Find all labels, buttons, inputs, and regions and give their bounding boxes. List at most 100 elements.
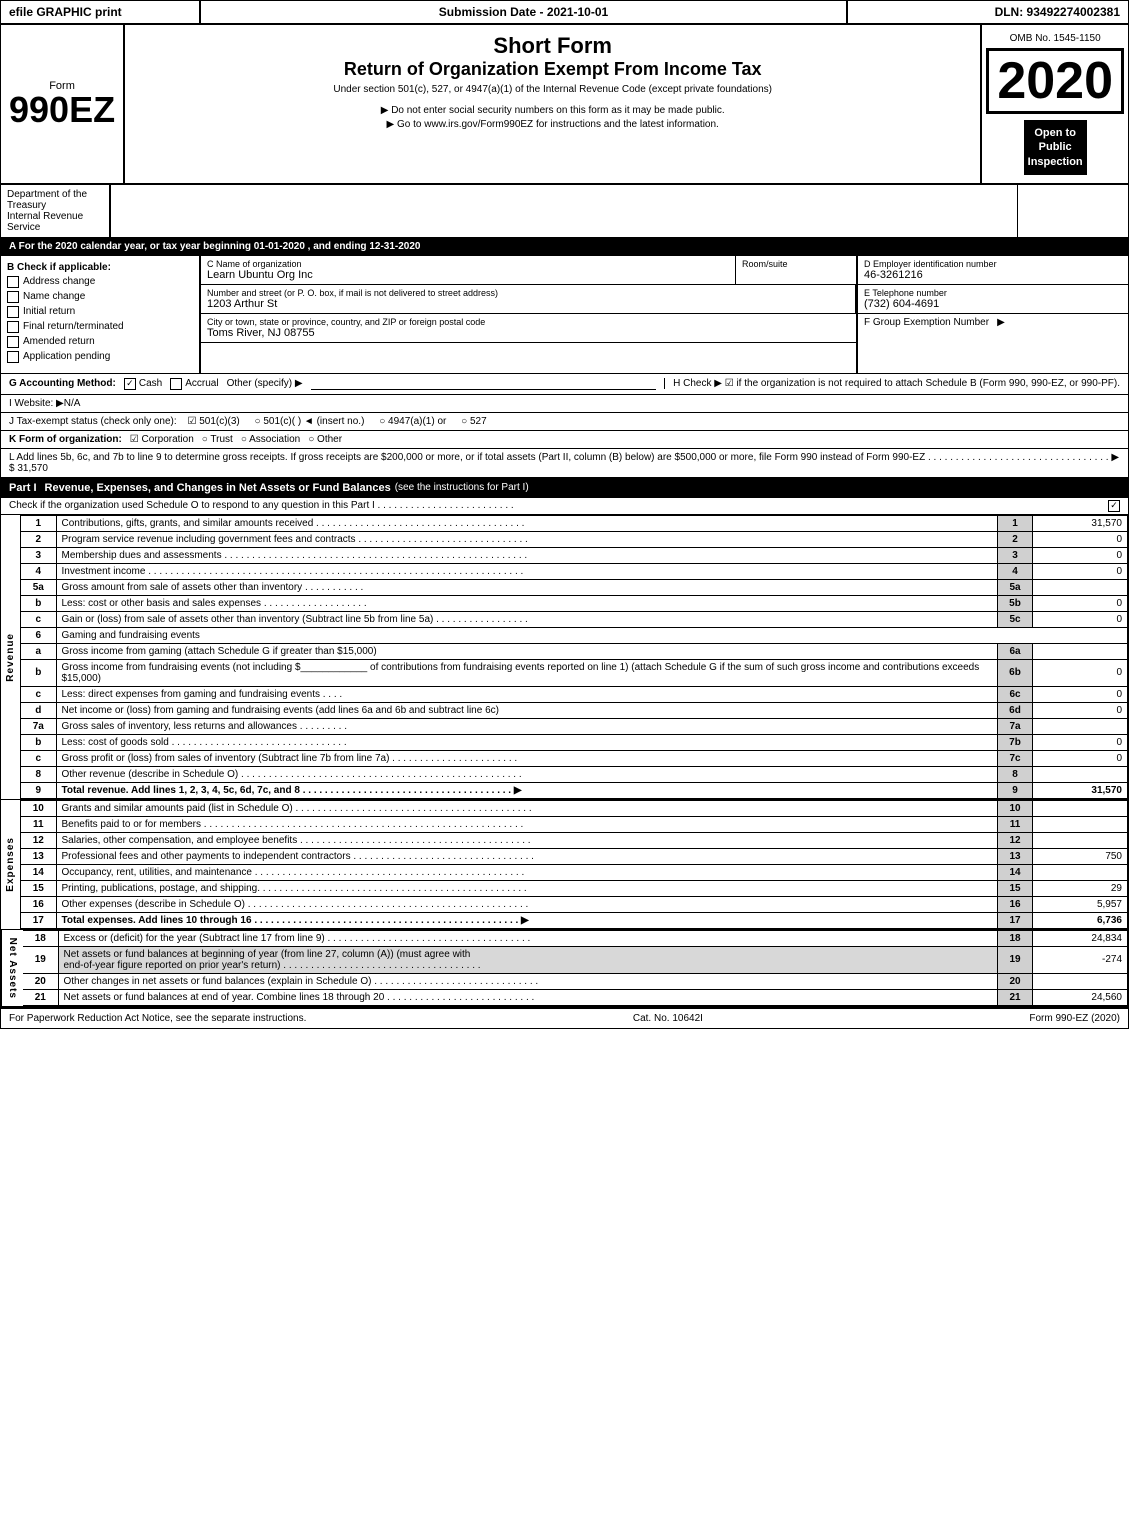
amount-2: 0 [1033,531,1128,547]
line-ref-5a: 5a [998,579,1033,595]
line-ref-9: 9 [998,782,1033,798]
row-num-9: 9 [21,782,56,798]
revenue-table: 1 Contributions, gifts, grants, and simi… [21,515,1128,799]
amount-6b: 0 [1033,659,1128,686]
line-ref-5b: 5b [998,595,1033,611]
accrual-option: Accrual [170,378,218,390]
table-row: 18 Excess or (deficit) for the year (Sub… [23,930,1128,946]
form-header: Form 990EZ Short Form Return of Organiza… [1,25,1128,185]
row-desc-3: Membership dues and assessments . . . . … [56,547,998,563]
form-number: 990EZ [9,92,115,128]
net-assets-side-label: Net Assets [1,930,23,1006]
amount-7b: 0 [1033,734,1128,750]
row-desc-1: Contributions, gifts, grants, and simila… [56,515,998,531]
row-num-7a: 7a [21,718,56,734]
line-ref-8: 8 [998,766,1033,782]
table-row: 16 Other expenses (describe in Schedule … [21,896,1128,912]
org-city-row: City or town, state or province, country… [201,314,856,343]
table-row: 10 Grants and similar amounts paid (list… [21,800,1128,816]
table-row-8: 8 Other revenue (describe in Schedule O)… [21,766,1128,782]
table-row: 19 Net assets or fund balances at beginn… [23,946,1128,973]
table-row: 21 Net assets or fund balances at end of… [23,989,1128,1005]
part-i-header: Part I Revenue, Expenses, and Changes in… [1,479,1128,498]
row-num-7b: b [21,734,56,750]
application-pending-checkbox[interactable] [7,351,19,363]
org-info: C Name of organization Learn Ubuntu Org … [201,256,858,373]
table-row-7b: b Less: cost of goods sold . . . . . . .… [21,734,1128,750]
form-number-block: Form 990EZ [1,25,125,183]
initial-return-checkbox[interactable] [7,306,19,318]
h-check-section: H Check ▶ ☑ if the organization is not r… [664,378,1120,389]
line-ref-2: 2 [998,531,1033,547]
amount-5a [1033,579,1128,595]
tax-year-row: A For the 2020 calendar year, or tax yea… [1,238,1128,256]
form-title-block: Short Form Return of Organization Exempt… [125,25,982,183]
org-name-row: C Name of organization Learn Ubuntu Org … [201,256,856,285]
right-ids: D Employer identification number 46-3261… [858,256,1128,373]
row-desc-8: Other revenue (describe in Schedule O) .… [56,766,998,782]
final-return-checkbox[interactable] [7,321,19,333]
row-desc-6d: Net income or (loss) from gaming and fun… [56,702,998,718]
table-row-7a: 7a Gross sales of inventory, less return… [21,718,1128,734]
row-num-6b: b [21,659,56,686]
line-ref-6c: 6c [998,686,1033,702]
revenue-side-label: Revenue [1,515,21,799]
expenses-side-label: Expenses [1,800,21,929]
row-desc-2: Program service revenue including govern… [56,531,998,547]
row-desc-5b: Less: cost or other basis and sales expe… [56,595,998,611]
name-change-checkbox[interactable] [7,291,19,303]
check-final-return: Final return/terminated [7,321,193,333]
table-row-6a: a Gross income from gaming (attach Sched… [21,643,1128,659]
org-address-row: Number and street (or P. O. box, if mail… [201,285,856,314]
check-section-b: B Check if applicable: Address change Na… [7,262,193,363]
dept-year-placeholder [1018,185,1128,237]
cash-checkbox[interactable]: ✓ [124,378,136,390]
k-form-row: K Form of organization: ☑ Corporation ○ … [1,431,1128,449]
line-ref-7a: 7a [998,718,1033,734]
table-row-7c: c Gross profit or (loss) from sales of i… [21,750,1128,766]
table-row: 14 Occupancy, rent, utilities, and maint… [21,864,1128,880]
line-ref-4: 4 [998,563,1033,579]
l-note-row: L Add lines 5b, 6c, and 7b to line 9 to … [1,449,1128,479]
amount-8 [1033,766,1128,782]
row-desc-7b: Less: cost of goods sold . . . . . . . .… [56,734,998,750]
row-num-6c: c [21,686,56,702]
revenue-content: 1 Contributions, gifts, grants, and simi… [21,515,1128,799]
check-schedule-o-row: Check if the organization used Schedule … [1,498,1128,515]
row-desc-4: Investment income . . . . . . . . . . . … [56,563,998,579]
footer-paperwork: For Paperwork Reduction Act Notice, see … [9,1013,306,1024]
table-row-5a: 5a Gross amount from sale of assets othe… [21,579,1128,595]
amount-5b: 0 [1033,595,1128,611]
row-desc-6a: Gross income from gaming (attach Schedul… [56,643,998,659]
under-section: Under section 501(c), 527, or 4947(a)(1)… [137,84,968,95]
check-amended: Amended return [7,336,193,348]
net-assets-section: Net Assets 18 Excess or (deficit) for th… [1,930,1128,1007]
row-num-4: 4 [21,563,56,579]
efile-label: efile GRAPHIC print [1,1,201,23]
ein-row: D Employer identification number 46-3261… [858,256,1128,285]
notice1: ▶ Do not enter social security numbers o… [145,105,960,116]
row-desc-9: Total revenue. Add lines 1, 2, 3, 4, 5c,… [56,782,998,798]
return-title: Return of Organization Exempt From Incom… [137,59,968,80]
footer-cat: Cat. No. 10642I [633,1013,703,1024]
address-change-checkbox[interactable] [7,276,19,288]
accrual-checkbox[interactable] [170,378,182,390]
org-address-cell: Number and street (or P. O. box, if mail… [201,285,856,313]
row-desc-5a: Gross amount from sale of assets other t… [56,579,998,595]
row-num-8: 8 [21,766,56,782]
line-ref-6a: 6a [998,643,1033,659]
header-top: efile GRAPHIC print Submission Date - 20… [1,1,1128,25]
table-row: 13 Professional fees and other payments … [21,848,1128,864]
row-desc-5c: Gain or (loss) from sale of assets other… [56,611,998,627]
open-inspection-box: Open to Public Inspection [1024,120,1087,175]
phone-row: E Telephone number (732) 604-4691 [858,285,1128,314]
table-row: 20 Other changes in net assets or fund b… [23,973,1128,989]
amount-7c: 0 [1033,750,1128,766]
org-name-cell: C Name of organization Learn Ubuntu Org … [201,256,736,284]
amended-checkbox[interactable] [7,336,19,348]
line-ref-6d: 6d [998,702,1033,718]
table-row: 12 Salaries, other compensation, and emp… [21,832,1128,848]
schedule-o-checkbox[interactable]: ✓ [1108,500,1120,512]
table-row: 1 Contributions, gifts, grants, and simi… [21,515,1128,531]
table-row-5b: b Less: cost or other basis and sales ex… [21,595,1128,611]
